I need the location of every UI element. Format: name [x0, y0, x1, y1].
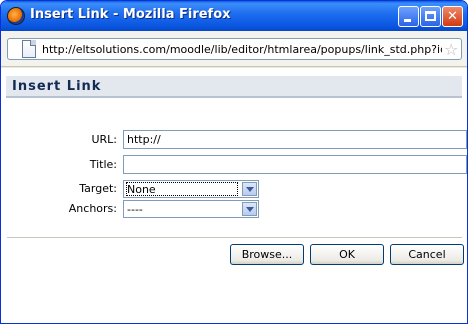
- close-icon: ✕: [447, 9, 458, 24]
- minimize-icon: [404, 19, 411, 22]
- page-icon: [22, 40, 36, 58]
- address-bar[interactable]: http://eltsolutions.com/moodle/lib/edito…: [7, 38, 462, 60]
- maximize-icon: [425, 11, 436, 21]
- title-input[interactable]: [123, 155, 467, 174]
- target-label: Target:: [79, 182, 117, 195]
- bookmark-star-icon[interactable]: ☆: [444, 40, 458, 59]
- address-url[interactable]: http://eltsolutions.com/moodle/lib/edito…: [42, 43, 442, 56]
- title-bar[interactable]: Insert Link - Mozilla Firefox ✕: [1, 1, 467, 31]
- browser-window: Insert Link - Mozilla Firefox ✕ http://e…: [0, 0, 468, 324]
- close-button[interactable]: ✕: [442, 6, 463, 27]
- window-title: Insert Link - Mozilla Firefox: [30, 7, 231, 22]
- target-select[interactable]: None: [123, 180, 259, 198]
- dialog-content: Insert Link URL: http:// Title: Target: …: [1, 68, 467, 323]
- anchors-label: Anchors:: [68, 202, 117, 215]
- divider: [7, 237, 462, 238]
- anchors-selected-value: ----: [127, 203, 143, 216]
- cancel-button[interactable]: Cancel: [390, 244, 464, 265]
- ok-button[interactable]: OK: [310, 244, 384, 265]
- browse-button[interactable]: Browse...: [230, 244, 304, 265]
- address-bar-area: http://eltsolutions.com/moodle/lib/edito…: [1, 31, 467, 67]
- dialog-heading: Insert Link: [12, 79, 102, 94]
- url-label: URL:: [91, 133, 117, 146]
- minimize-button[interactable]: [398, 6, 419, 27]
- dialog-header: Insert Link: [6, 76, 462, 98]
- target-selected-value: None: [127, 183, 156, 196]
- url-input[interactable]: http://: [123, 130, 467, 149]
- maximize-button[interactable]: [420, 6, 441, 27]
- anchors-select[interactable]: ----: [123, 200, 259, 218]
- dropdown-arrow-icon[interactable]: [242, 182, 257, 196]
- dropdown-arrow-icon[interactable]: [242, 202, 257, 216]
- title-label: Title:: [89, 158, 117, 171]
- firefox-icon: [7, 7, 25, 25]
